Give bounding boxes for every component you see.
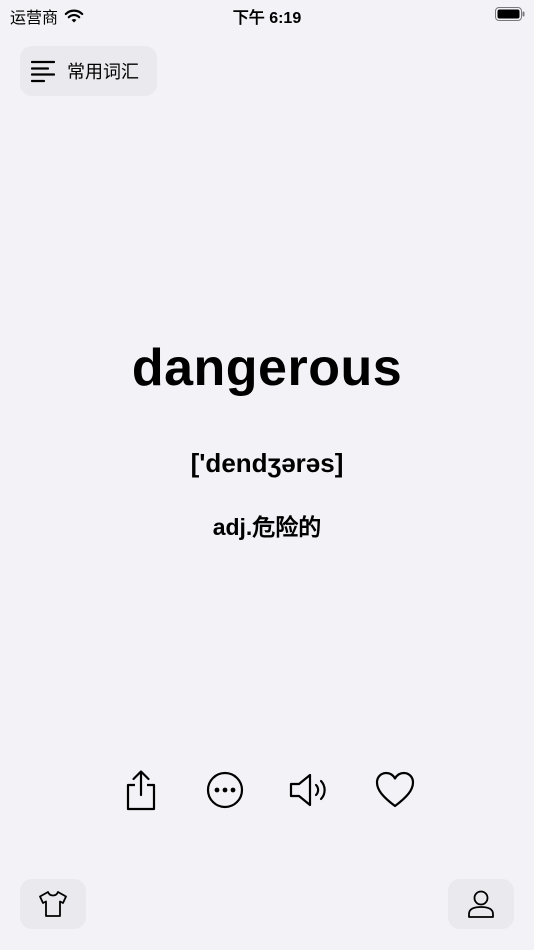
profile-button[interactable]	[448, 879, 514, 929]
profile-icon	[468, 890, 494, 918]
word-meaning: adj.危险的	[212, 514, 322, 540]
pronounce-button[interactable]	[288, 768, 332, 812]
theme-button[interactable]	[20, 879, 86, 929]
more-button[interactable]	[203, 768, 247, 812]
action-bar	[0, 768, 534, 814]
speaker-icon	[289, 773, 326, 807]
favorite-button[interactable]	[373, 768, 417, 812]
menu-lines-icon	[31, 60, 55, 83]
word-title: dangerous	[131, 339, 403, 397]
more-icon	[206, 771, 244, 809]
category-label: 常用词汇	[67, 62, 139, 82]
category-button[interactable]: 常用词汇	[20, 46, 157, 96]
share-button[interactable]	[119, 768, 163, 812]
share-icon	[126, 770, 156, 811]
battery-icon	[495, 7, 525, 21]
word-phonetic: ['dendʒərəs]	[190, 448, 344, 478]
status-time: 下午 6:19	[232, 10, 302, 27]
tshirt-icon	[39, 891, 67, 917]
heart-icon	[375, 771, 415, 808]
status-bar: 运营商 下午 6:19	[0, 0, 534, 28]
